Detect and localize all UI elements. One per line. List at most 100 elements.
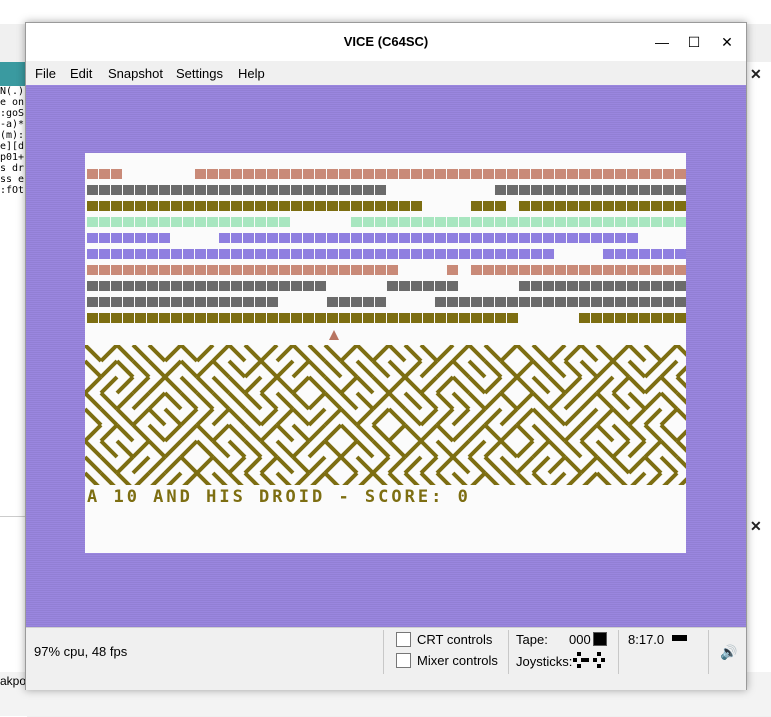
maze-segment bbox=[643, 345, 663, 363]
brick bbox=[591, 265, 602, 275]
brick bbox=[615, 233, 626, 243]
maze-segment bbox=[147, 423, 167, 443]
brick bbox=[243, 233, 254, 243]
brick bbox=[267, 201, 278, 211]
maze-segment bbox=[99, 455, 119, 475]
brick bbox=[543, 185, 554, 195]
menu-bar: File Edit Snapshot Settings Help bbox=[26, 61, 746, 85]
brick bbox=[99, 249, 110, 259]
brick bbox=[603, 313, 614, 323]
brick bbox=[183, 249, 194, 259]
brick bbox=[147, 233, 158, 243]
brick bbox=[147, 297, 158, 307]
tape-stop-icon[interactable] bbox=[593, 632, 607, 646]
brick bbox=[627, 233, 638, 243]
maximize-button[interactable]: ☐ bbox=[682, 32, 706, 52]
brick bbox=[87, 297, 98, 307]
status-separator bbox=[708, 630, 709, 674]
maze-segment bbox=[243, 359, 263, 379]
brick bbox=[447, 265, 458, 275]
maze-segment bbox=[387, 375, 407, 395]
background-close-icon-2[interactable]: ✕ bbox=[750, 518, 762, 535]
maze-segment bbox=[371, 391, 391, 411]
title-bar[interactable]: VICE (C64SC) — ☐ ✕ bbox=[26, 23, 746, 61]
brick bbox=[603, 265, 614, 275]
maze-segment bbox=[227, 455, 247, 475]
brick bbox=[627, 217, 638, 227]
maze-segment bbox=[611, 455, 631, 475]
brick bbox=[495, 265, 506, 275]
maze-segment bbox=[579, 375, 599, 395]
brick bbox=[351, 233, 362, 243]
brick bbox=[135, 297, 146, 307]
maze-segment bbox=[179, 407, 199, 427]
brick bbox=[495, 201, 506, 211]
maze-segment bbox=[627, 455, 647, 475]
emulator-screen[interactable]: A 10 AND HIS DROID - SCORE: 0 bbox=[26, 85, 746, 627]
brick bbox=[531, 297, 542, 307]
brick bbox=[195, 297, 206, 307]
brick bbox=[423, 169, 434, 179]
brick bbox=[315, 281, 326, 291]
maze-segment bbox=[515, 439, 535, 459]
brick bbox=[375, 217, 386, 227]
maze-segment bbox=[467, 423, 487, 443]
brick bbox=[447, 281, 458, 291]
maze-segment bbox=[659, 345, 679, 363]
brick bbox=[123, 265, 134, 275]
brick bbox=[243, 297, 254, 307]
menu-help[interactable]: Help bbox=[238, 66, 265, 81]
brick bbox=[363, 217, 374, 227]
maze-segment bbox=[291, 375, 311, 395]
brick bbox=[111, 313, 122, 323]
maze-segment bbox=[595, 359, 615, 379]
close-button[interactable]: ✕ bbox=[715, 32, 739, 52]
menu-settings[interactable]: Settings bbox=[176, 66, 223, 81]
brick bbox=[351, 265, 362, 275]
brick bbox=[159, 201, 170, 211]
brick bbox=[447, 297, 458, 307]
maze-segment bbox=[451, 423, 471, 443]
brick bbox=[603, 249, 614, 259]
brick bbox=[231, 233, 242, 243]
brick bbox=[387, 281, 398, 291]
brick bbox=[471, 217, 482, 227]
brick bbox=[387, 233, 398, 243]
brick bbox=[555, 217, 566, 227]
menu-snapshot[interactable]: Snapshot bbox=[108, 66, 163, 81]
volume-icon[interactable]: 🔊 bbox=[720, 644, 737, 661]
maze-segment bbox=[467, 439, 487, 459]
brick bbox=[183, 185, 194, 195]
brick bbox=[615, 169, 626, 179]
brick bbox=[483, 201, 494, 211]
menu-edit[interactable]: Edit bbox=[70, 66, 92, 81]
brick bbox=[99, 233, 110, 243]
checkbox-box[interactable] bbox=[396, 632, 411, 647]
joystick-status-icon[interactable] bbox=[571, 650, 611, 672]
maze-segment bbox=[163, 359, 183, 379]
maze-segment bbox=[595, 407, 615, 427]
maze-segment bbox=[355, 407, 375, 427]
brick bbox=[627, 281, 638, 291]
crt-controls-checkbox[interactable]: CRT controls bbox=[396, 632, 492, 647]
background-close-icon[interactable]: ✕ bbox=[750, 66, 762, 83]
maze-segment bbox=[371, 423, 391, 443]
brick bbox=[87, 265, 98, 275]
maze-segment bbox=[259, 359, 279, 379]
maze-segment bbox=[182, 471, 199, 485]
menu-file[interactable]: File bbox=[35, 66, 56, 81]
maze-pattern bbox=[85, 345, 686, 485]
brick bbox=[219, 313, 230, 323]
minimize-button[interactable]: — bbox=[650, 32, 674, 52]
brick bbox=[579, 233, 590, 243]
brick bbox=[111, 249, 122, 259]
checkbox-box[interactable] bbox=[396, 653, 411, 668]
maze-segment bbox=[371, 407, 391, 427]
brick bbox=[207, 217, 218, 227]
brick bbox=[567, 233, 578, 243]
maze-segment bbox=[659, 359, 679, 379]
maze-segment bbox=[515, 407, 535, 427]
background-editor-tab bbox=[0, 62, 27, 86]
maze-segment bbox=[131, 375, 151, 395]
mixer-controls-checkbox[interactable]: Mixer controls bbox=[396, 653, 498, 668]
